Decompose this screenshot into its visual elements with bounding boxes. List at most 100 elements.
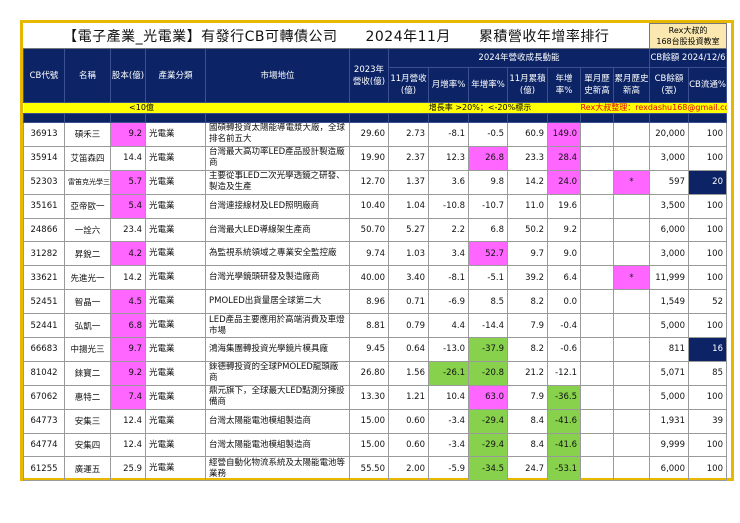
cell-mh (580, 313, 614, 339)
cell-ind: 光電業 (145, 193, 206, 219)
cell-cbf: 39 (688, 408, 727, 434)
cell-nov: 1.37 (388, 169, 429, 195)
col-capital: 股本(億) (110, 48, 146, 103)
cell-cap: 9.2 (110, 360, 146, 386)
cell-mom: 4.4 (428, 313, 469, 339)
cell-cyoy: 24.0 (547, 169, 581, 195)
cell-cbf: 16 (688, 337, 727, 362)
table-row: 33621 先進光一 14.2 光電業 台灣光學鏡頭研發及製造廠商 40.00 3.40 -8… (23, 265, 727, 291)
cell-mh (580, 241, 614, 267)
cell-mom: 10.4 (428, 384, 469, 410)
cell-ch (613, 337, 650, 362)
cell-ind: 光電業 (145, 265, 206, 291)
cell-code: 52451 (23, 289, 65, 315)
cell-mkt: 錸德轉投資的全球PMOLED龍頭廠商 (205, 360, 350, 386)
cell-code: 31282 (23, 241, 65, 267)
cell-ch (613, 456, 650, 482)
cell-yoy: -37.9 (468, 337, 508, 362)
cell-yoy: 9.8 (468, 169, 508, 195)
cell-mom: -8.1 (428, 122, 469, 147)
cell-ch (613, 193, 650, 219)
cell-cyoy: -36.5 (547, 384, 581, 410)
cell-cbf: 100 (688, 265, 727, 291)
col-nov-rev: 11月營收(億) (388, 67, 429, 103)
cell-mom: -3.4 (428, 432, 469, 458)
cell-mom: -8.1 (428, 265, 469, 291)
cell-cbb: 3,000 (649, 241, 689, 267)
cell-code: 35161 (23, 193, 65, 219)
cell-mh (580, 122, 614, 147)
cell-cbf: 100 (688, 145, 727, 171)
cell-ind: 光電業 (145, 408, 206, 434)
cell-yoy: -34.5 (468, 456, 508, 482)
cell-mh (580, 193, 614, 219)
cell-code: 52441 (23, 313, 65, 339)
cell-name: 中揚光三 (64, 337, 111, 362)
cell-rev23: 9.74 (349, 241, 389, 267)
cell-mom: -10.8 (428, 193, 469, 219)
cell-cap: 4.2 (110, 241, 146, 267)
cell-name: 智晶一 (64, 289, 111, 315)
col-yoy: 年增率% (468, 67, 508, 103)
group-cb: CB餘額 2024/12/6 (649, 48, 727, 68)
growth-note: 增長率 >20%；<-20%標示 (349, 102, 581, 114)
cell-mh (580, 217, 614, 243)
cell-name: 廣運五 (64, 456, 111, 482)
cell-name: 碩禾三 (64, 122, 111, 147)
cell-rev23: 40.00 (349, 265, 389, 291)
cell-ch (613, 384, 650, 410)
cell-cap: 25.9 (110, 456, 146, 482)
cell-mkt: 台灣最大高功率LED產品設計製造廠商 (205, 145, 350, 171)
col-cb-float: CB流通% (688, 67, 727, 103)
cell-nov: 1.04 (388, 193, 429, 219)
cb-revenue-table: 【電子產業_光電業】有發行CB可轉債公司 2024年11月 累積營收年增率排行 Re… (23, 23, 727, 482)
cell-cum: 14.2 (507, 169, 548, 195)
cell-mkt: 台灣太陽能電池模組製造商 (205, 408, 350, 434)
cell-mom: -5.9 (428, 456, 469, 482)
cell-ch: * (613, 265, 650, 291)
cell-rev23: 19.90 (349, 145, 389, 171)
cell-cyoy: -41.6 (547, 432, 581, 458)
cell-cyoy: 149.0 (547, 122, 581, 147)
cell-name: 亞帝歐一 (64, 193, 111, 219)
cell-cap: 5.7 (110, 169, 146, 195)
cell-ind: 光電業 (145, 217, 206, 243)
cell-cbf: 100 (688, 456, 727, 482)
cell-cbf: 100 (688, 122, 727, 147)
cell-nov: 3.40 (388, 265, 429, 291)
cell-yoy: -29.4 (468, 408, 508, 434)
col-rev2023: 2023年營收(億) (349, 48, 389, 103)
cell-name: 先進光一 (64, 265, 111, 291)
cell-nov: 0.79 (388, 313, 429, 339)
cell-cap: 12.4 (110, 432, 146, 458)
cell-cbb: 1,931 (649, 408, 689, 434)
cell-ind: 光電業 (145, 289, 206, 315)
cell-cbb: 597 (649, 169, 689, 195)
cell-ind: 光電業 (145, 122, 206, 147)
cell-cap: 23.4 (110, 217, 146, 243)
cell-cyoy: 6.4 (547, 265, 581, 291)
cell-cap: 6.8 (110, 313, 146, 339)
divider-strip (23, 113, 727, 123)
cell-cap: 9.2 (110, 122, 146, 147)
cell-cbb: 9,999 (649, 432, 689, 458)
cell-cum: 11.0 (507, 193, 548, 219)
cell-cbf: 20 (688, 169, 727, 195)
cell-rev23: 13.30 (349, 384, 389, 410)
cell-mom: -3.4 (428, 408, 469, 434)
cell-mom: -26.1 (428, 360, 469, 386)
cell-nov: 2.37 (388, 145, 429, 171)
cell-cyoy: -53.1 (547, 456, 581, 482)
cell-cyoy: 9.2 (547, 217, 581, 243)
cell-yoy: -0.5 (468, 122, 508, 147)
table-row: 35914 艾笛森四 14.4 光電業 台灣最大高功率LED產品設計製造廠商 19.90 2… (23, 145, 727, 171)
cell-code: 66683 (23, 337, 65, 362)
cell-mh (580, 384, 614, 410)
cell-nov: 0.71 (388, 289, 429, 315)
cell-cbf: 100 (688, 193, 727, 219)
cell-cbb: 1,549 (649, 289, 689, 315)
col-cum-yoy: 年增率% (547, 67, 581, 103)
table-row: 52441 弘凱一 6.8 光電業 LED產品主要應用於高端消費及車燈市場 8.81 0.7… (23, 313, 727, 339)
cell-yoy: 6.8 (468, 217, 508, 243)
cell-cum: 8.2 (507, 337, 548, 362)
